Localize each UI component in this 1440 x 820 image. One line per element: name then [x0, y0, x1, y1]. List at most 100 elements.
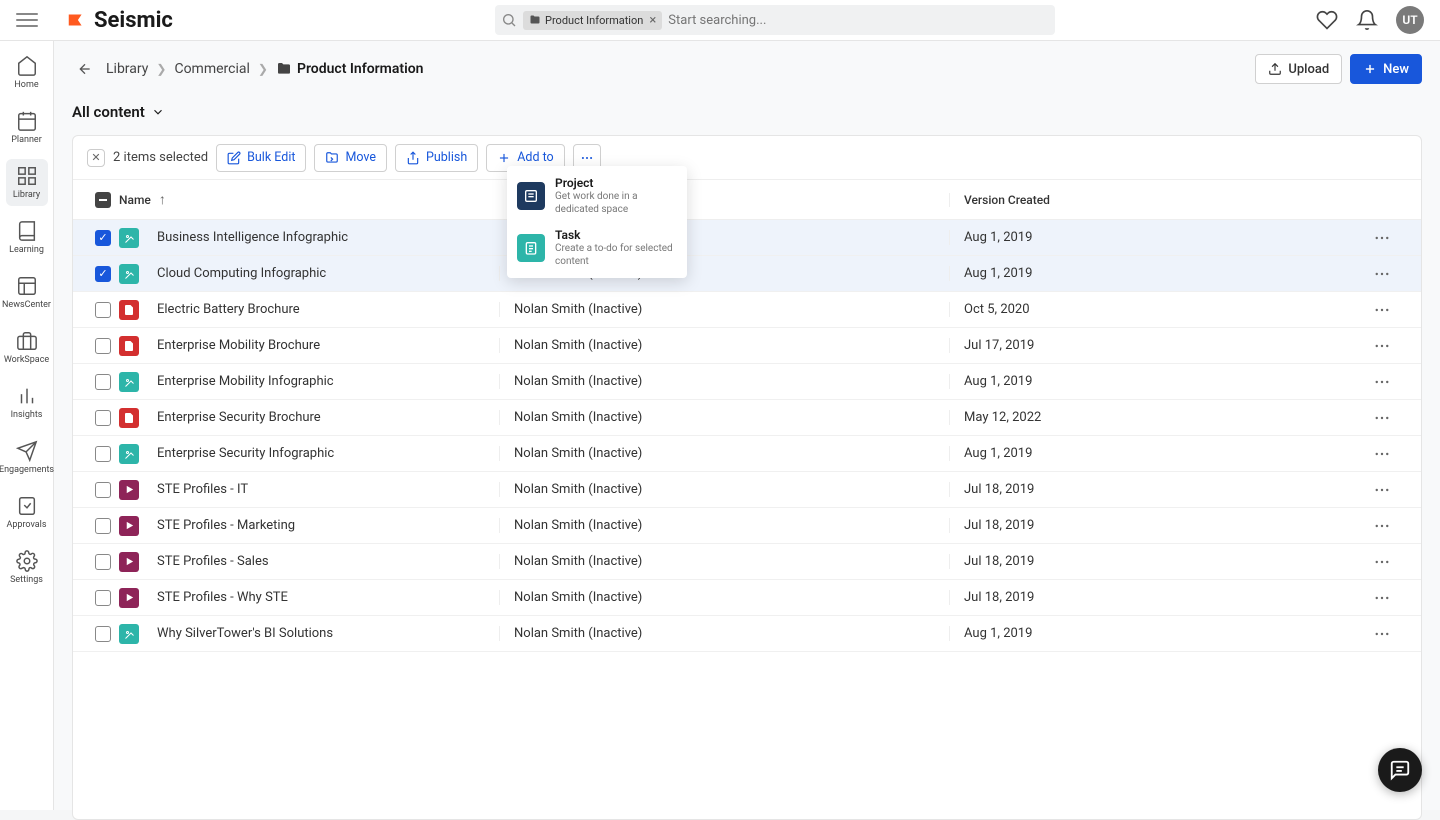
- crumb-library[interactable]: Library: [106, 61, 148, 77]
- current-label: Product Information: [297, 61, 423, 77]
- table-row[interactable]: STE Profiles - Why STE Nolan Smith (Inac…: [73, 580, 1421, 616]
- avatar[interactable]: UT: [1396, 6, 1424, 34]
- dd-title: Task: [555, 228, 677, 242]
- nav-planner[interactable]: Planner: [6, 104, 48, 151]
- col-date[interactable]: Version Created: [949, 193, 1357, 207]
- nav-approvals[interactable]: Approvals: [6, 489, 48, 536]
- row-checkbox[interactable]: [95, 518, 111, 534]
- row-checkbox[interactable]: [95, 410, 111, 426]
- bulk-edit-button[interactable]: Bulk Edit: [216, 144, 306, 172]
- nav-home[interactable]: Home: [6, 49, 48, 96]
- table-row[interactable]: Enterprise Security Infographic Nolan Sm…: [73, 436, 1421, 472]
- table-row[interactable]: Business Intelligence Infographic Aug 1,…: [73, 220, 1421, 256]
- search-bar[interactable]: Product Information ×: [495, 5, 1055, 35]
- row-checkbox[interactable]: [95, 590, 111, 606]
- row-checkbox[interactable]: [95, 302, 111, 318]
- row-checkbox[interactable]: [95, 374, 111, 390]
- chat-button[interactable]: [1378, 748, 1422, 792]
- file-date: Jul 18, 2019: [949, 590, 1357, 605]
- nav-label: Learning: [9, 245, 44, 255]
- folder-icon: [529, 14, 541, 26]
- row-more-button[interactable]: [1371, 551, 1393, 573]
- nav-insights[interactable]: Insights: [6, 379, 48, 426]
- file-owner: Nolan Smith (Inactive): [499, 482, 949, 497]
- row-more-button[interactable]: [1371, 443, 1393, 465]
- row-more-button[interactable]: [1371, 371, 1393, 393]
- plus-icon: [1363, 62, 1377, 76]
- table-row[interactable]: STE Profiles - Sales Nolan Smith (Inacti…: [73, 544, 1421, 580]
- file-date: Aug 1, 2019: [949, 446, 1357, 461]
- file-type-icon: [119, 516, 139, 536]
- col-name[interactable]: Name ↑: [119, 191, 499, 208]
- table-row[interactable]: Why SilverTower's BI Solutions Nolan Smi…: [73, 616, 1421, 652]
- move-button[interactable]: Move: [314, 144, 387, 172]
- table-row[interactable]: Enterprise Security Brochure Nolan Smith…: [73, 400, 1421, 436]
- search-filter-chip[interactable]: Product Information ×: [523, 11, 662, 30]
- row-more-button[interactable]: [1371, 623, 1393, 645]
- new-button[interactable]: New: [1350, 54, 1422, 84]
- table-row[interactable]: Enterprise Mobility Brochure Nolan Smith…: [73, 328, 1421, 364]
- crumb-current: Product Information: [276, 61, 423, 77]
- nav-library[interactable]: Library: [6, 159, 48, 206]
- table-body: Business Intelligence Infographic Aug 1,…: [73, 220, 1421, 652]
- nav-workspace[interactable]: WorkSpace: [6, 324, 48, 371]
- row-more-button[interactable]: [1371, 407, 1393, 429]
- logo[interactable]: Seismic: [66, 8, 173, 33]
- nav-learning[interactable]: Learning: [6, 214, 48, 261]
- row-checkbox[interactable]: [95, 626, 111, 642]
- notifications-icon[interactable]: [1356, 9, 1378, 31]
- dropdown-item-task[interactable]: TaskCreate a to-do for selected content: [507, 222, 687, 274]
- row-more-button[interactable]: [1371, 515, 1393, 537]
- back-button[interactable]: [72, 56, 98, 82]
- learning-icon: [16, 220, 38, 242]
- file-date: Jul 18, 2019: [949, 482, 1357, 497]
- header: Seismic Product Information × UT: [0, 0, 1440, 41]
- file-date: Jul 18, 2019: [949, 518, 1357, 533]
- clear-selection[interactable]: ✕: [87, 149, 105, 167]
- upload-button[interactable]: Upload: [1255, 54, 1342, 84]
- publish-button[interactable]: Publish: [395, 144, 478, 172]
- nav-newscenter[interactable]: NewsCenter: [6, 269, 48, 316]
- row-checkbox[interactable]: [95, 266, 111, 282]
- table-row[interactable]: STE Profiles - Marketing Nolan Smith (In…: [73, 508, 1421, 544]
- row-checkbox[interactable]: [95, 446, 111, 462]
- crumb-commercial[interactable]: Commercial: [174, 61, 249, 77]
- file-owner: Nolan Smith (Inactive): [499, 518, 949, 533]
- file-type-icon: [119, 264, 139, 284]
- view-selector[interactable]: All content: [72, 103, 165, 121]
- table-row[interactable]: STE Profiles - IT Nolan Smith (Inactive)…: [73, 472, 1421, 508]
- subheader: All content: [72, 93, 1422, 131]
- row-checkbox[interactable]: [95, 482, 111, 498]
- file-name: STE Profiles - IT: [157, 482, 248, 497]
- row-checkbox[interactable]: [95, 554, 111, 570]
- row-more-button[interactable]: [1371, 479, 1393, 501]
- table-row[interactable]: Electric Battery Brochure Nolan Smith (I…: [73, 292, 1421, 328]
- file-name: Enterprise Security Brochure: [157, 410, 321, 425]
- row-more-button[interactable]: [1371, 263, 1393, 285]
- menu-toggle[interactable]: [16, 9, 38, 31]
- nav-settings[interactable]: Settings: [6, 544, 48, 591]
- upload-icon: [1268, 62, 1282, 76]
- file-date: Jul 18, 2019: [949, 554, 1357, 569]
- favorites-icon[interactable]: [1316, 9, 1338, 31]
- bulk-toolbar: ✕ 2 items selected Bulk Edit Move Publis…: [73, 136, 1421, 180]
- file-date: Aug 1, 2019: [949, 626, 1357, 641]
- folder-icon: [276, 61, 292, 77]
- row-more-button[interactable]: [1371, 587, 1393, 609]
- nav-engagements[interactable]: Engagements: [6, 434, 48, 481]
- table-row[interactable]: Enterprise Mobility Infographic Nolan Sm…: [73, 364, 1421, 400]
- row-checkbox[interactable]: [95, 338, 111, 354]
- select-all-checkbox[interactable]: [95, 192, 111, 208]
- chip-close-icon[interactable]: ×: [649, 13, 656, 28]
- row-more-button[interactable]: [1371, 227, 1393, 249]
- search-input[interactable]: [668, 13, 1049, 28]
- btn-label: Publish: [426, 150, 467, 165]
- row-more-button[interactable]: [1371, 299, 1393, 321]
- home-icon: [16, 55, 38, 77]
- table-row[interactable]: Cloud Computing Infographic Nolan Smith …: [73, 256, 1421, 292]
- row-checkbox[interactable]: [95, 230, 111, 246]
- file-owner: Nolan Smith (Inactive): [499, 554, 949, 569]
- dropdown-item-project[interactable]: ProjectGet work done in a dedicated spac…: [507, 170, 687, 222]
- row-more-button[interactable]: [1371, 335, 1393, 357]
- chevron-right-icon: ❯: [156, 62, 166, 76]
